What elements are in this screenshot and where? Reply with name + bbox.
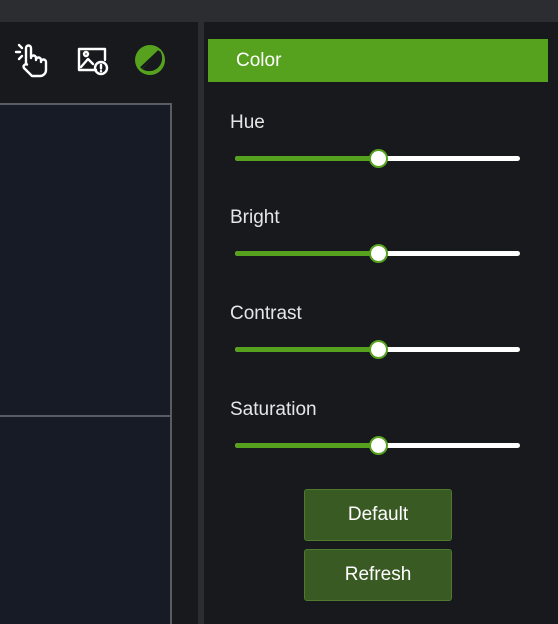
slider-thumb[interactable] <box>368 436 388 455</box>
default-button[interactable]: Default <box>304 489 452 541</box>
hue-label: Hue <box>230 112 265 133</box>
touch-hand-icon[interactable] <box>12 40 48 80</box>
color-adjust-icon[interactable] <box>132 40 168 80</box>
slider-fill <box>235 443 378 448</box>
slider-fill <box>235 251 378 256</box>
slider-thumb[interactable] <box>368 244 388 263</box>
preview-pane <box>0 22 198 624</box>
bright-control: Bright <box>230 207 530 263</box>
color-panel: Color Hue Bright Contrast Saturation Def… <box>204 22 558 624</box>
saturation-control: Saturation <box>230 399 530 455</box>
top-strip <box>0 0 558 22</box>
slider-fill <box>235 156 378 161</box>
contrast-label: Contrast <box>230 303 302 324</box>
slider-thumb[interactable] <box>368 149 388 168</box>
saturation-slider[interactable] <box>235 436 520 456</box>
hue-slider[interactable] <box>235 149 520 169</box>
bright-label: Bright <box>230 207 280 228</box>
image-alert-icon[interactable] <box>74 40 110 80</box>
contrast-control: Contrast <box>230 303 530 359</box>
panel-title[interactable]: Color <box>208 39 548 82</box>
bright-slider[interactable] <box>235 244 520 264</box>
video-cell[interactable] <box>0 103 172 417</box>
app-root: Color Hue Bright Contrast Saturation Def… <box>0 0 558 624</box>
hue-control: Hue <box>230 112 530 168</box>
video-cell[interactable] <box>0 415 172 624</box>
video-grid <box>0 103 176 624</box>
toolbar <box>0 22 198 102</box>
refresh-button[interactable]: Refresh <box>304 549 452 601</box>
saturation-label: Saturation <box>230 399 317 420</box>
slider-thumb[interactable] <box>368 340 388 359</box>
slider-fill <box>235 347 378 352</box>
contrast-slider[interactable] <box>235 340 520 360</box>
